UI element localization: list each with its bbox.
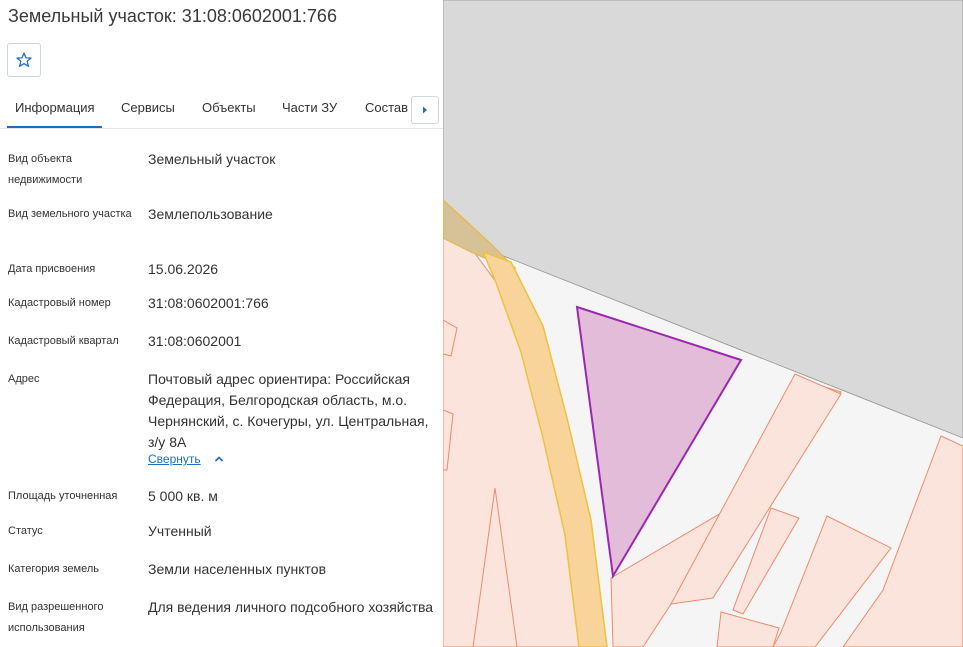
info-panel: Земельный участок: 31:08:0602001:766 Инф…	[0, 0, 443, 647]
label-address: Адрес	[8, 373, 40, 385]
chevron-up-icon	[214, 456, 224, 462]
tabs-scroll-right-button[interactable]	[411, 96, 439, 124]
favorite-button[interactable]	[7, 43, 41, 77]
value-object-type: Земельный участок	[148, 151, 276, 167]
tab-composition[interactable]: Состав	[365, 100, 408, 115]
label-status: Статус	[8, 525, 43, 537]
star-icon	[16, 52, 32, 67]
caret-right-icon	[423, 106, 427, 114]
tab-land-parts[interactable]: Части ЗУ	[282, 100, 337, 115]
collapse-address-link[interactable]: Свернуть	[148, 452, 224, 466]
label-permitted-use: Вид разрешенного использования	[8, 601, 104, 634]
cadastral-map[interactable]	[443, 0, 963, 647]
label-land-category: Категория земель	[8, 563, 99, 575]
label-area: Площадь уточненная	[8, 490, 118, 502]
label-land-type: Вид земельного участка	[8, 208, 132, 220]
map-view[interactable]	[443, 0, 963, 647]
tab-services[interactable]: Сервисы	[121, 100, 175, 115]
value-address: Почтовый адрес ориентира: Российская Фед…	[148, 371, 429, 450]
value-cadastral-quarter: 31:08:0602001	[148, 333, 242, 349]
value-status: Учтенный	[148, 523, 212, 539]
label-cadastral-number: Кадастровый номер	[8, 297, 111, 309]
value-land-type: Землепользование	[148, 206, 273, 222]
value-area: 5 000 кв. м	[148, 488, 218, 504]
page-title: Земельный участок: 31:08:0602001:766	[8, 6, 337, 26]
tab-information[interactable]: Информация	[7, 100, 102, 128]
value-assign-date: 15.06.2026	[148, 261, 219, 277]
value-land-category: Земли населенных пунктов	[148, 561, 327, 577]
value-cadastral-number: 31:08:0602001:766	[148, 295, 269, 311]
value-permitted-use: Для ведения личного подсобного хозяйства	[148, 599, 434, 615]
tab-bar: Информация Сервисы Объекты Части ЗУ Сост…	[0, 90, 443, 129]
collapse-label: Свернуть	[148, 452, 201, 466]
label-cadastral-quarter: Кадастровый квартал	[8, 335, 119, 347]
label-object-type: Вид объекта недвижимости	[8, 153, 83, 186]
tab-objects[interactable]: Объекты	[202, 100, 256, 115]
label-assign-date: Дата присвоения	[8, 263, 96, 275]
